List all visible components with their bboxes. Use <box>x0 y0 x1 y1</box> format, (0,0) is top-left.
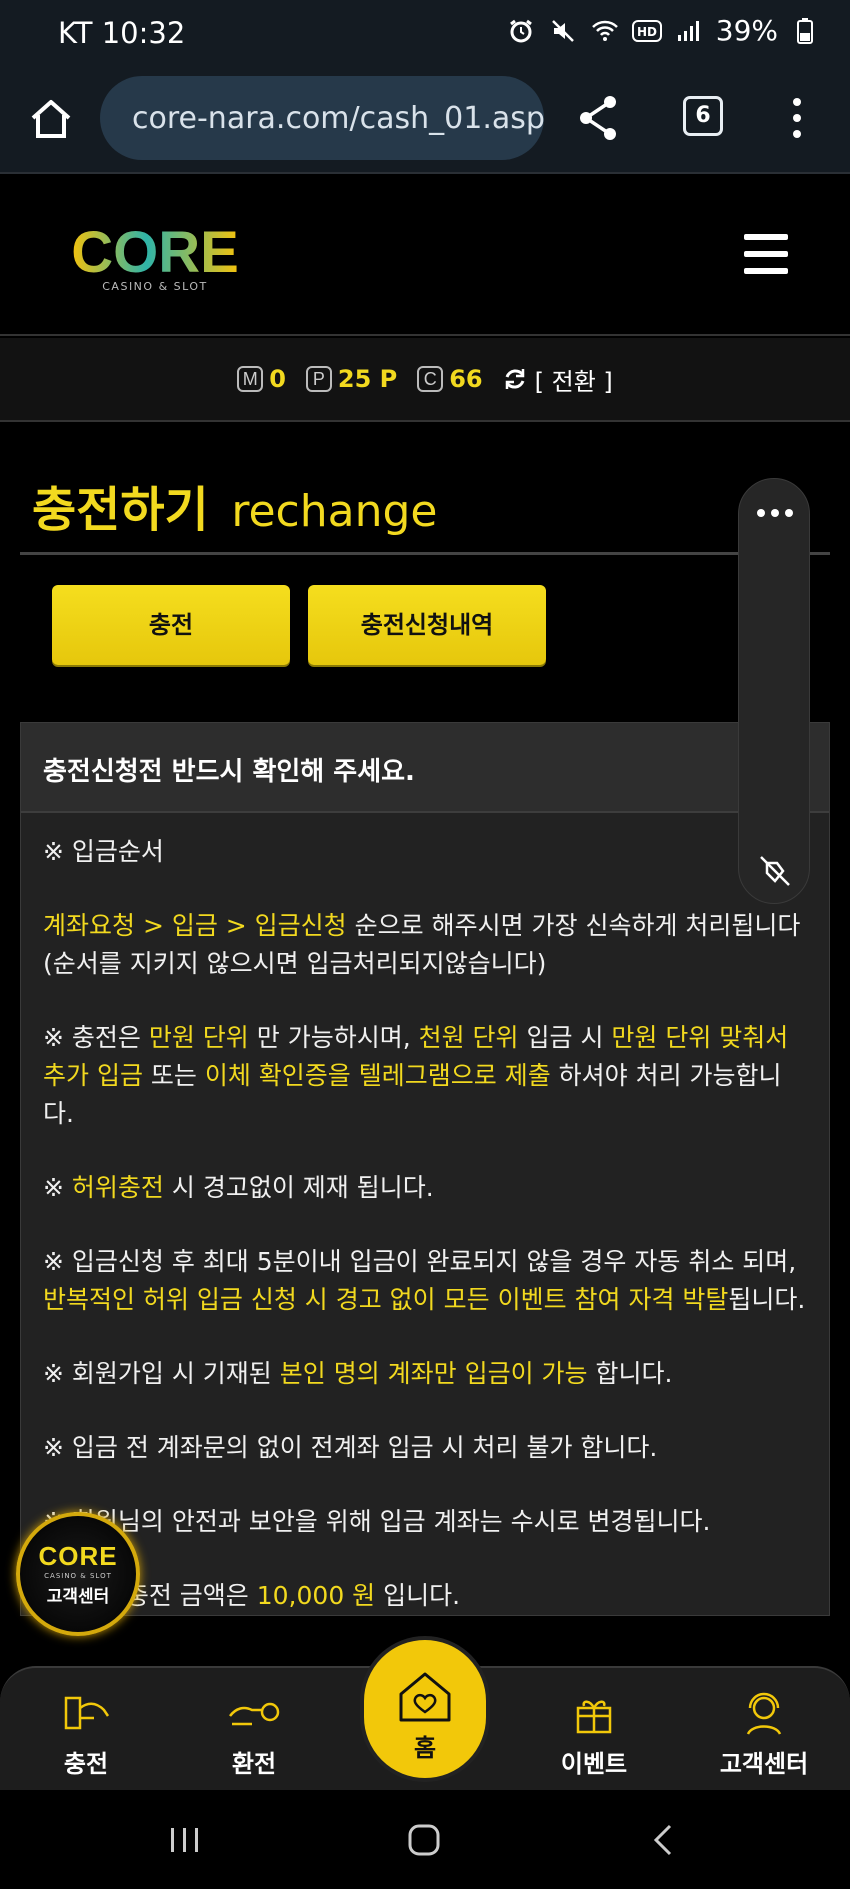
point-value: 25 P <box>337 365 398 393</box>
menu-button[interactable] <box>744 234 788 274</box>
share-icon[interactable] <box>576 94 620 142</box>
page-title: 충전하기 rechange <box>32 470 437 540</box>
alarm-icon <box>506 16 536 46</box>
floating-side-panel[interactable] <box>738 478 810 904</box>
status-icons: HD 39% <box>506 14 820 47</box>
notice-item: ※ 회원님의 안전과 보안을 위해 입금 계좌는 수시로 변경됩니다. <box>43 1507 711 1536</box>
notice-box: 충전신청전 반드시 확인해 주세요. ※ 입금순서 계좌요청 > 입금 > 입금… <box>20 722 830 1616</box>
cs-logo-sub: CASINO & SLOT <box>44 1572 112 1580</box>
home-icon[interactable] <box>28 96 74 142</box>
notice-heading: 충전신청전 반드시 확인해 주세요. <box>21 723 829 813</box>
charge-button[interactable]: 충전 <box>52 585 290 665</box>
nav-event-label: 이벤트 <box>560 1750 628 1778</box>
notice-item: ※ 허위충전 시 경고없이 제재 됩니다. <box>43 1173 434 1202</box>
switch-link[interactable]: [ 전환 ] <box>535 362 613 397</box>
notice-order-title: ※ 입금순서 <box>43 837 164 866</box>
p-badge-icon: P <box>305 366 332 392</box>
notice-item: 계좌요청 > 입금 > 입금신청 순으로 해주시면 가장 신속하게 처리됩니다 … <box>43 911 801 978</box>
status-time: KT 10:32 <box>58 16 186 50</box>
nav-event[interactable]: 이벤트 <box>534 1688 654 1779</box>
url-text[interactable]: core-nara.com/cash_01.asp <box>132 101 544 136</box>
battery-level: 39% <box>715 14 778 47</box>
cs-label: 고객센터 <box>46 1587 110 1607</box>
gift-icon <box>576 1700 612 1734</box>
money-balance: M 0 <box>237 365 286 393</box>
battery-icon <box>790 16 820 46</box>
money-value: 0 <box>269 365 286 393</box>
title-divider <box>20 552 830 555</box>
cs-logo: CORE <box>38 1541 118 1571</box>
core-logo[interactable]: CORE CASINO & SLOT <box>60 222 250 294</box>
point-balance: P 25 P <box>305 365 398 393</box>
hd-icon: HD <box>631 16 662 46</box>
browser-toolbar: core-nara.com/cash_01.asp 6 <box>0 68 850 174</box>
points-bar: M 0 P 25 P C 66 [ 전환 ] <box>0 338 850 422</box>
nav-charge[interactable]: 충전 <box>26 1688 146 1779</box>
casino-value: 66 <box>449 365 483 393</box>
android-navigation-bar <box>0 1790 850 1889</box>
c-badge-icon: C <box>417 366 444 392</box>
recent-apps-icon[interactable] <box>165 1820 205 1860</box>
wifi-icon <box>590 16 620 46</box>
charge-history-button[interactable]: 충전신청내역 <box>308 585 546 665</box>
nav-home[interactable]: 홈 <box>360 1636 490 1782</box>
site-header: CORE CASINO & SLOT <box>0 176 850 336</box>
casino-balance: C 66 <box>417 365 483 393</box>
m-badge-icon: M <box>237 366 264 392</box>
svg-text:CORE: CORE <box>71 222 239 285</box>
headset-icon <box>746 1692 782 1735</box>
back-icon[interactable] <box>644 1820 684 1860</box>
svg-text:HD: HD <box>637 25 657 39</box>
address-bar[interactable]: core-nara.com/cash_01.asp <box>100 76 544 160</box>
refresh-icon[interactable] <box>503 367 527 391</box>
tab-switcher-button[interactable]: 6 <box>683 96 723 136</box>
more-options-icon[interactable] <box>790 96 804 140</box>
notice-item: ※ 입금신청 후 최대 5분이내 입금이 완료되지 않을 경우 자동 취소 되며… <box>43 1247 806 1314</box>
home-heart-icon <box>399 1672 451 1722</box>
android-home-icon[interactable] <box>404 1820 444 1860</box>
notice-body: ※ 입금순서 계좌요청 > 입금 > 입금신청 순으로 해주시면 가장 신속하게… <box>21 813 829 1615</box>
status-bar: KT 10:32 HD 39% <box>0 0 850 68</box>
mute-notification-icon[interactable] <box>757 853 793 889</box>
page-title-ko: 충전하기 <box>32 482 209 538</box>
more-dots-icon[interactable] <box>755 507 795 519</box>
notice-item: ※ 입금 전 계좌문의 없이 전계좌 입금 시 처리 불가 합니다. <box>43 1433 658 1462</box>
svg-text:CASINO & SLOT: CASINO & SLOT <box>102 280 208 293</box>
notice-item: ※ 회원가입 시 기재된 본인 명의 계좌만 입금이 가능 합니다. <box>43 1359 673 1388</box>
nav-home-label: 홈 <box>413 1734 437 1762</box>
page-title-en: rechange <box>231 486 438 537</box>
charge-hand-icon <box>64 1696 110 1730</box>
mute-icon <box>548 16 578 46</box>
signal-icon <box>674 16 704 46</box>
exchange-hand-icon <box>229 1702 280 1726</box>
nav-charge-label: 충전 <box>63 1750 109 1778</box>
nav-exchange-label: 환전 <box>231 1750 277 1778</box>
nav-support-label: 고객센터 <box>719 1750 809 1778</box>
nav-exchange[interactable]: 환전 <box>194 1688 314 1779</box>
notice-item: ※ 충전은 만원 단위 만 가능하시며, 천원 단위 입금 시 만원 단위 맞춰… <box>43 1023 789 1128</box>
customer-center-floating-button[interactable]: CORE CASINO & SLOT 고객센터 <box>16 1512 140 1636</box>
notice-item: ※ 최소 충전 금액은 10,000 원 입니다. <box>43 1581 461 1610</box>
nav-support[interactable]: 고객센터 <box>704 1688 824 1779</box>
